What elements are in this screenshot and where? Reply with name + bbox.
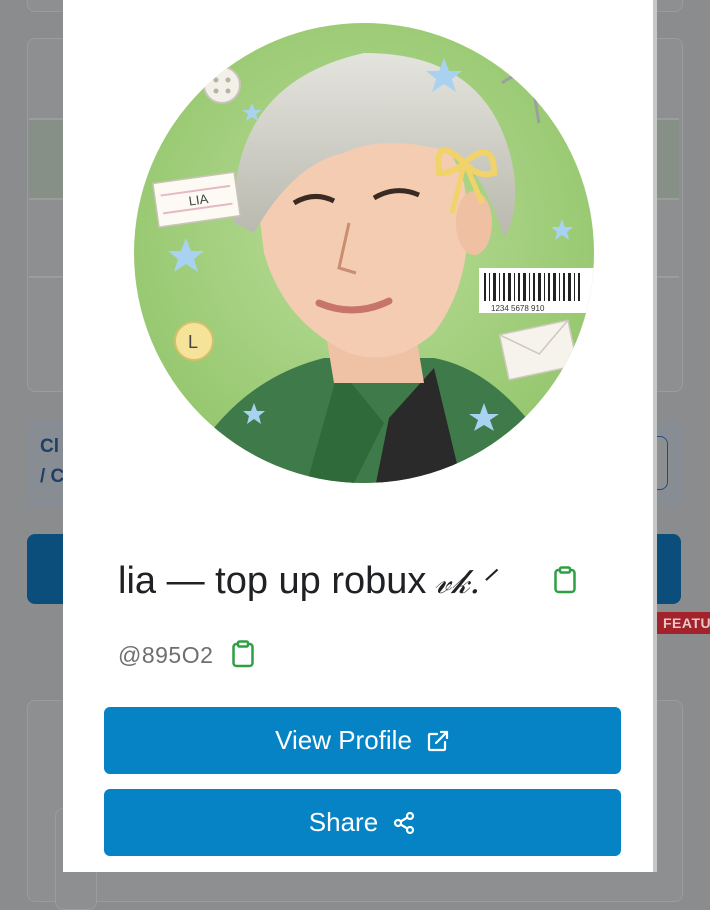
share-button[interactable]: Share (104, 789, 621, 856)
profile-avatar: LIA L 1234 5678 910 (134, 23, 594, 483)
clipboard-icon (554, 566, 576, 594)
avatar-tag-text: LIA (188, 191, 210, 209)
copy-username-button[interactable] (231, 640, 255, 673)
clipboard-icon (232, 640, 254, 668)
display-name-text: lia — top up robux (118, 560, 427, 602)
external-link-icon (426, 729, 450, 753)
avatar-badge-text: L (188, 332, 198, 352)
display-name-signature: 𝓋𝓀.ᐟ (434, 562, 495, 602)
copy-display-name-button[interactable] (553, 566, 577, 599)
view-profile-label: View Profile (275, 725, 412, 755)
profile-display-name: lia — top up robux 𝓋𝓀.ᐟ (118, 560, 495, 603)
featured-ribbon: FEATUR (657, 612, 710, 634)
share-icon (392, 811, 416, 835)
profile-username: @895O2 (118, 642, 214, 668)
background-text: Cl (40, 436, 59, 457)
background-text: / C (40, 466, 65, 487)
share-label: Share (308, 807, 379, 837)
view-profile-button[interactable]: View Profile (104, 707, 621, 774)
avatar-barcode-text: 1234 5678 910 (491, 304, 545, 313)
